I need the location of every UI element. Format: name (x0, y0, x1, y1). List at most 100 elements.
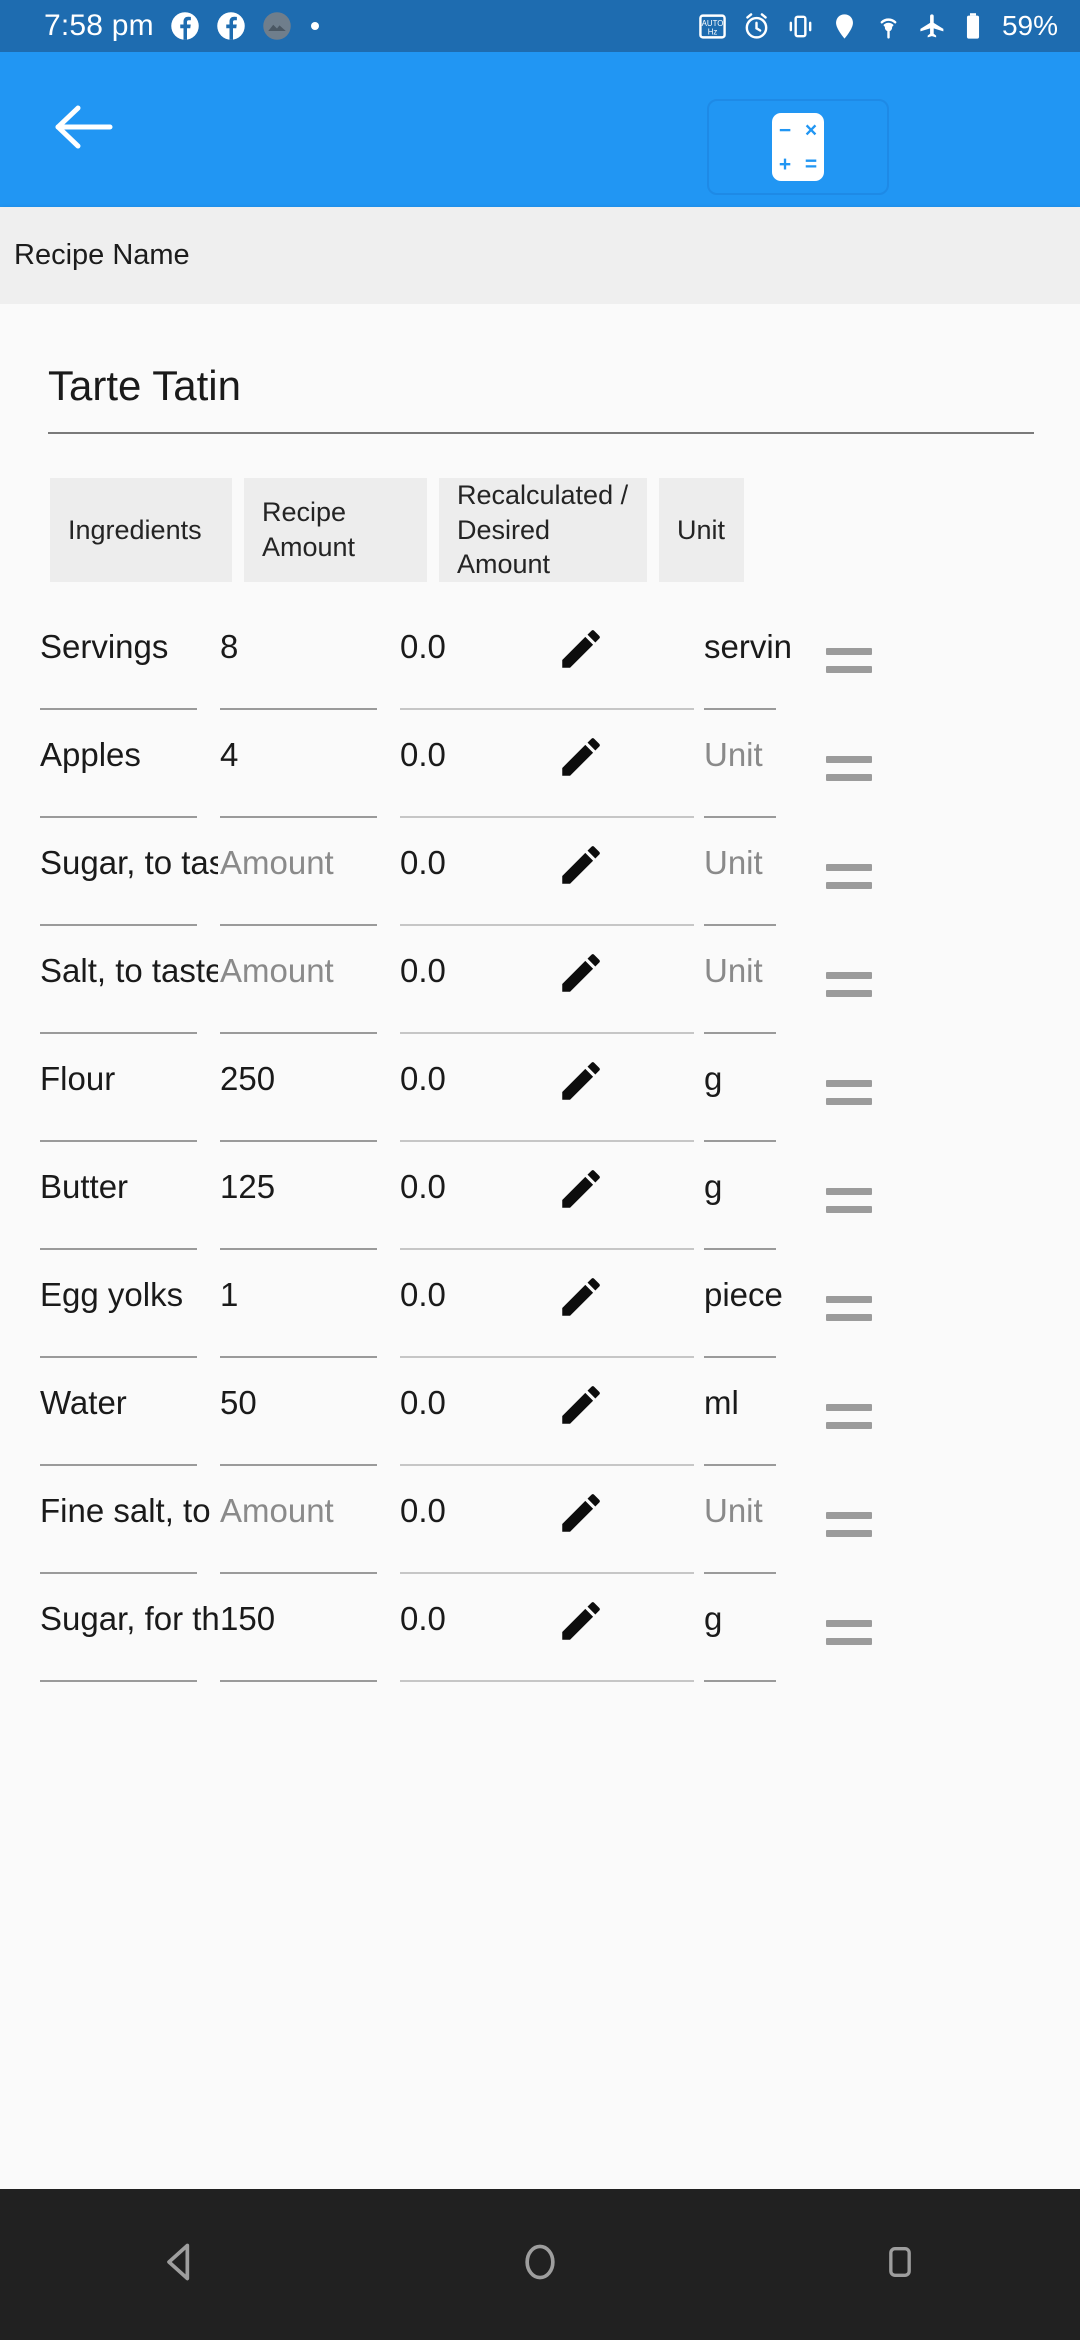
ingredient-name-field[interactable]: Flour (40, 1056, 218, 1142)
pencil-icon[interactable] (556, 840, 606, 890)
pencil-icon[interactable] (556, 948, 606, 998)
recipe-amount-field[interactable]: 8 (220, 624, 396, 710)
ingredient-name-field[interactable]: Fine salt, to taste (40, 1488, 218, 1574)
recipe-amount-field[interactable]: 4 (220, 732, 396, 818)
unit-field[interactable]: Unit (704, 1488, 804, 1574)
ingredient-name-value: Butter (40, 1167, 129, 1205)
recipe-amount-field[interactable]: 1 (220, 1272, 396, 1358)
unit-field[interactable]: Unit (704, 732, 804, 818)
table-row[interactable]: Sugar, for the caramel150 0.0 g (0, 1596, 1080, 1704)
recalculated-amount-field[interactable]: 0.0 (400, 1380, 700, 1466)
calculator-button[interactable]: − × + = (707, 99, 889, 195)
column-header-unit: Unit (659, 478, 744, 582)
unit-field[interactable]: Unit (704, 948, 804, 1034)
back-nav-button[interactable] (100, 2189, 260, 2340)
recalculated-amount-field[interactable]: 0.0 (400, 732, 700, 818)
recalculated-amount-field[interactable]: 0.0 (400, 624, 700, 710)
recalculated-amount-field[interactable]: 0.0 (400, 1272, 700, 1358)
recalculated-amount-field[interactable]: 0.0 (400, 1596, 700, 1682)
field-underline (704, 923, 776, 926)
recipe-amount-field[interactable]: 250 (220, 1056, 396, 1142)
drag-handle-icon[interactable] (826, 1164, 880, 1213)
recents-nav-button[interactable] (820, 2189, 980, 2340)
ingredient-name-field[interactable]: Apples (40, 732, 218, 818)
unit-value: g (704, 1059, 723, 1097)
recipe-amount-field[interactable]: Amount (220, 840, 396, 926)
table-row[interactable]: Egg yolks 1 0.0 piece (0, 1272, 1080, 1380)
pencil-icon[interactable] (556, 1056, 606, 1106)
pencil-icon[interactable] (556, 1488, 606, 1538)
ingredient-name-field[interactable]: Sugar, to taste (40, 840, 218, 926)
recipe-amount-field[interactable]: Amount (220, 1488, 396, 1574)
pencil-icon[interactable] (556, 1596, 606, 1646)
arrow-left-icon (52, 102, 114, 157)
pencil-icon[interactable] (556, 624, 606, 674)
unit-field[interactable]: servin (704, 624, 804, 710)
field-underline (220, 1031, 377, 1034)
table-row[interactable]: Apples 4 0.0 Unit (0, 732, 1080, 840)
unit-field[interactable]: g (704, 1056, 804, 1142)
table-row[interactable]: Servings 8 0.0 servin (0, 624, 1080, 732)
hotspot-icon (874, 12, 903, 41)
unit-value: g (704, 1599, 723, 1637)
column-header-recalculated: Recalculated / Desired Amount (439, 478, 647, 582)
recipe-amount-field[interactable]: 50 (220, 1380, 396, 1466)
recipe-amount-field[interactable]: 150 (220, 1596, 396, 1682)
recalculated-amount-field[interactable]: 0.0 (400, 1164, 700, 1250)
drag-handle-icon[interactable] (826, 840, 880, 889)
ingredient-name-field[interactable]: Salt, to taste (40, 948, 218, 1034)
recalculated-amount-field[interactable]: 0.0 (400, 948, 700, 1034)
table-row[interactable]: Water 50 0.0 ml (0, 1380, 1080, 1488)
drag-handle-icon[interactable] (826, 624, 880, 673)
drag-handle-icon[interactable] (826, 1488, 880, 1537)
facebook-icon (170, 11, 200, 41)
battery-percent-label: 59% (1001, 10, 1058, 41)
drag-handle-icon[interactable] (826, 948, 880, 997)
recipe-amount-field[interactable]: Amount (220, 948, 396, 1034)
recalculated-amount-value: 0.0 (400, 951, 446, 989)
drag-handle-icon[interactable] (826, 1056, 880, 1105)
unit-field[interactable]: piece (704, 1272, 804, 1358)
ingredient-name-field[interactable]: Water (40, 1380, 218, 1466)
drag-handle-icon[interactable] (826, 1596, 880, 1645)
table-row[interactable]: Fine salt, to tasteAmount 0.0 Unit (0, 1488, 1080, 1596)
recipe-content: Tarte Tatin Ingredients Recipe Amount Re… (0, 304, 1080, 2189)
ingredient-name-value: Sugar, for the caramel (40, 1599, 218, 1637)
recalculated-amount-field[interactable]: 0.0 (400, 840, 700, 926)
unit-field[interactable]: ml (704, 1380, 804, 1466)
ingredient-name-field[interactable]: Sugar, for the caramel (40, 1596, 218, 1682)
unit-field[interactable]: Unit (704, 840, 804, 926)
drag-handle-icon[interactable] (826, 732, 880, 781)
recalculated-amount-value: 0.0 (400, 1167, 446, 1205)
field-underline (40, 1571, 197, 1574)
table-row[interactable]: Flour 250 0.0 g (0, 1056, 1080, 1164)
recalculated-amount-field[interactable]: 0.0 (400, 1056, 700, 1142)
unit-field[interactable]: g (704, 1596, 804, 1682)
unit-field[interactable]: g (704, 1164, 804, 1250)
table-row[interactable]: Salt, to taste Amount 0.0 Unit (0, 948, 1080, 1056)
ingredient-name-value: Flour (40, 1059, 116, 1097)
facebook-icon (216, 11, 246, 41)
drag-handle-icon[interactable] (826, 1272, 880, 1321)
pencil-icon[interactable] (556, 1272, 606, 1322)
recipe-name-band: Recipe Name (0, 207, 1080, 304)
table-row[interactable]: Butter 125 0.0 g (0, 1164, 1080, 1272)
ingredient-name-field[interactable]: Servings (40, 624, 218, 710)
drag-handle-icon[interactable] (826, 1380, 880, 1429)
table-row[interactable]: Sugar, to tasteAmount 0.0 Unit (0, 840, 1080, 948)
recipe-amount-field[interactable]: 125 (220, 1164, 396, 1250)
pencil-icon[interactable] (556, 1164, 606, 1214)
avatar-icon (262, 11, 292, 41)
field-underline (220, 1139, 377, 1142)
recalculated-amount-field[interactable]: 0.0 (400, 1488, 700, 1574)
recipe-title-field[interactable]: Tarte Tatin (48, 304, 1034, 434)
triangle-back-icon (158, 2240, 202, 2289)
pencil-icon[interactable] (556, 1380, 606, 1430)
back-button[interactable] (28, 75, 138, 185)
pencil-icon[interactable] (556, 732, 606, 782)
home-nav-button[interactable] (460, 2189, 620, 2340)
field-underline (40, 923, 197, 926)
ingredient-name-field[interactable]: Butter (40, 1164, 218, 1250)
ingredient-name-field[interactable]: Egg yolks (40, 1272, 218, 1358)
field-underline (220, 1355, 377, 1358)
